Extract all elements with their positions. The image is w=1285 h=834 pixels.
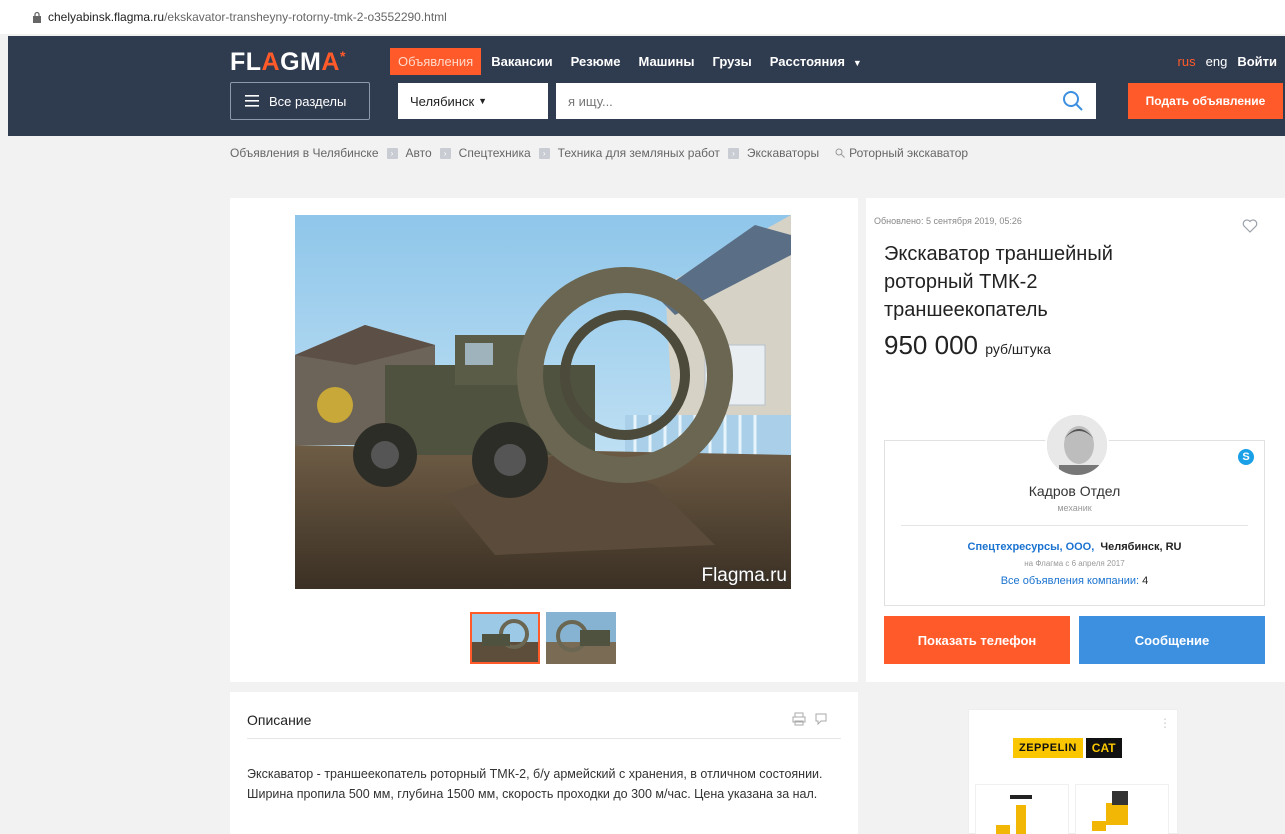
all-sections-button[interactable]: Все разделы: [230, 82, 370, 120]
chevron-right-icon: ›: [538, 147, 550, 159]
nav-distances-label: Расстояния: [769, 54, 845, 69]
url-host: chelyabinsk.flagma.ru: [48, 10, 165, 24]
thumbnail-1[interactable]: [470, 612, 540, 664]
advertisement[interactable]: ⋮ ZEPPELIN CAT: [968, 709, 1178, 834]
price-unit: руб/штука: [985, 341, 1051, 357]
excavator-photo: [295, 215, 791, 589]
search-icon[interactable]: [1062, 90, 1084, 112]
nav-cargo[interactable]: Грузы: [704, 48, 759, 75]
nav-ads[interactable]: Объявления: [390, 48, 482, 75]
city-label: Челябинск: [410, 93, 475, 109]
thumbnail-strip: [470, 612, 616, 664]
watermark: Flagma.ru: [701, 565, 787, 586]
ad-brand-cat: CAT: [1085, 738, 1122, 758]
listing-price: 950 000 руб/штука: [884, 330, 1051, 361]
thumbnail-2[interactable]: [546, 612, 616, 664]
address-bar[interactable]: chelyabinsk.flagma.ru/ekskavator-transhe…: [0, 0, 1285, 34]
ad-brand-zeppelin: ZEPPELIN: [1013, 738, 1083, 758]
member-since: на Флагма с 6 апреля 2017: [1024, 559, 1125, 568]
search-box: [556, 83, 1096, 119]
nav-resumes[interactable]: Резюме: [563, 48, 629, 75]
chevron-right-icon: ›: [727, 147, 739, 159]
nav-vacancies[interactable]: Вакансии: [483, 48, 560, 75]
skype-icon[interactable]: S: [1238, 449, 1254, 465]
complaint-icon[interactable]: [814, 712, 828, 726]
ad-logo: ZEPPELIN CAT: [1013, 738, 1122, 758]
description-card: Описание Экскаватор - траншеекопатель ро…: [230, 692, 858, 834]
description-tools: [792, 712, 828, 726]
photo-gallery: Flagma.ru: [230, 198, 858, 682]
main-photo[interactable]: Flagma.ru: [295, 215, 791, 589]
all-company-ads-link[interactable]: Все объявления компании: 4: [885, 575, 1264, 587]
lang-eng[interactable]: eng: [1206, 54, 1228, 69]
divider: [247, 738, 841, 739]
login-link[interactable]: Войти: [1237, 54, 1277, 69]
show-phone-button[interactable]: Показать телефон: [884, 616, 1070, 664]
breadcrumb-item[interactable]: Авто: [406, 146, 432, 160]
more-icon[interactable]: ⋮: [1159, 716, 1171, 730]
listing-title: Экскаватор траншейный роторный ТМК-2 тра…: [884, 243, 1113, 321]
post-ad-button[interactable]: Подать объявление: [1128, 83, 1283, 119]
lang-rus[interactable]: rus: [1178, 54, 1196, 69]
price-value: 950 000: [884, 330, 978, 360]
print-icon[interactable]: [792, 712, 806, 726]
chevron-right-icon: ›: [439, 147, 451, 159]
listing-info: Обновлено: 5 сентября 2019, 05:26 Экскав…: [866, 198, 1285, 682]
search-icon: [835, 148, 845, 158]
url-path: /ekskavator-transheyny-rotorny-tmk-2-o35…: [164, 10, 447, 24]
all-ads-count: 4: [1142, 575, 1149, 587]
breadcrumb: Объявления в Челябинске › Авто › Спецтех…: [230, 146, 968, 160]
company-line: Спецтехресурсы, ООО, Челябинск, RU: [885, 541, 1264, 553]
avatar: [1045, 413, 1109, 477]
search-input[interactable]: [568, 93, 1048, 109]
message-button[interactable]: Сообщение: [1079, 616, 1265, 664]
all-ads-label: Все объявления компании:: [1000, 575, 1140, 587]
site-header: FLAGMA* Объявления Вакансии Резюме Машин…: [8, 36, 1285, 136]
description-title: Описание: [247, 712, 312, 728]
breadcrumb-item[interactable]: Спецтехника: [459, 146, 531, 160]
updated-date: Обновлено: 5 сентября 2019, 05:26: [874, 216, 1022, 226]
all-sections-label: Все разделы: [269, 93, 347, 109]
heart-icon[interactable]: [1242, 218, 1258, 234]
ad-product-tile[interactable]: [1075, 784, 1169, 834]
city-select[interactable]: Челябинск ▼: [398, 83, 548, 119]
chevron-down-icon: ▼: [478, 96, 488, 106]
nav-machines[interactable]: Машины: [630, 48, 702, 75]
company-location: Челябинск, RU: [1100, 541, 1182, 553]
nav-distances[interactable]: Расстояния ▼: [762, 48, 870, 75]
description-text: Экскаватор - траншеекопатель роторный ТМ…: [247, 767, 823, 801]
breadcrumb-item[interactable]: Объявления в Челябинске: [230, 146, 379, 160]
ad-product-tile[interactable]: [975, 784, 1069, 834]
chevron-down-icon: ▼: [852, 58, 862, 68]
breadcrumb-item[interactable]: Экскаваторы: [747, 146, 819, 160]
language-switch: rus eng Войти: [1178, 54, 1277, 69]
seller-role: механик: [1057, 503, 1092, 513]
seller-name: Кадров Отдел: [1028, 483, 1121, 499]
lock-icon: [33, 11, 41, 23]
breadcrumb-item[interactable]: Роторный экскаватор: [849, 146, 968, 160]
company-link[interactable]: Спецтехресурсы, ООО,: [968, 541, 1095, 553]
flagma-logo[interactable]: FLAGMA*: [230, 48, 346, 77]
seller-card: S Кадров Отдел механик Спецтехресурсы, О…: [884, 413, 1265, 606]
main-nav: Объявления Вакансии Резюме Машины Грузы …: [390, 48, 872, 75]
menu-icon: [245, 95, 259, 107]
chevron-right-icon: ›: [386, 147, 398, 159]
breadcrumb-item[interactable]: Техника для земляных работ: [558, 146, 720, 160]
divider: [901, 525, 1248, 526]
